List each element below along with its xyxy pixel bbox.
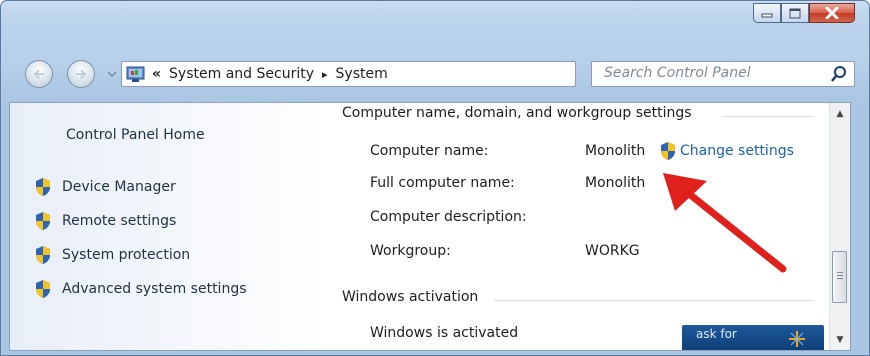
maximize-button[interactable] <box>781 3 809 23</box>
activation-status-text: Windows is activated <box>370 325 519 341</box>
shield-icon <box>36 246 50 264</box>
forward-arrow-icon <box>76 69 87 79</box>
forward-button[interactable] <box>67 60 95 88</box>
search-placeholder: Search Control Panel <box>604 65 751 81</box>
full-computer-name-label: Full computer name: <box>370 175 515 191</box>
left-task-pane: Control Panel Home Device Manager Remote… <box>10 103 324 350</box>
crumb-system-and-security[interactable]: System and Security <box>169 66 314 82</box>
vertical-scrollbar[interactable]: ▲ ▼ <box>829 103 850 350</box>
genuine-star-icon <box>789 331 805 347</box>
caption-buttons <box>753 3 855 23</box>
workgroup-label: Workgroup: <box>370 243 451 259</box>
control-panel-icon <box>126 66 145 82</box>
annotation-arrow-icon <box>663 173 787 273</box>
crumb-separator-icon[interactable]: ▸ <box>322 68 328 81</box>
computer-name-value: Monolith <box>585 143 646 159</box>
scrollbar-thumb[interactable] <box>832 251 847 303</box>
recent-pages-chevron-down-icon[interactable] <box>107 69 117 79</box>
sidebar-item-label: Advanced system settings <box>62 281 247 297</box>
minimize-button[interactable] <box>753 3 781 23</box>
sidebar-item-remote-settings[interactable]: Remote settings <box>34 211 176 231</box>
group-divider <box>722 116 814 117</box>
genuine-software-badge[interactable]: ask for <box>682 325 824 350</box>
shield-icon <box>661 142 675 160</box>
windows-activation-group-title: Windows activation <box>342 289 479 305</box>
navigation-row: « System and Security ▸ System Search Co… <box>1 51 869 97</box>
sidebar-item-system-protection[interactable]: System protection <box>34 245 190 265</box>
sidebar-item-advanced-system-settings[interactable]: Advanced system settings <box>34 279 247 299</box>
search-icon[interactable] <box>830 65 848 83</box>
shield-icon <box>36 280 50 298</box>
ask-for-text: ask for <box>696 327 737 341</box>
sidebar-item-device-manager[interactable]: Device Manager <box>34 177 176 197</box>
close-button[interactable] <box>809 3 855 23</box>
back-arrow-icon <box>33 69 44 79</box>
change-settings-label: Change settings <box>680 143 794 159</box>
sidebar-item-label: Remote settings <box>62 213 177 229</box>
crumb-system[interactable]: System <box>336 66 388 82</box>
minimize-icon <box>761 13 773 18</box>
window-frame: « System and Security ▸ System Search Co… <box>0 0 870 356</box>
sidebar-item-label: System protection <box>62 247 191 263</box>
group-divider <box>494 300 814 301</box>
shield-icon <box>36 212 50 230</box>
computer-name-label: Computer name: <box>370 143 489 159</box>
back-button[interactable] <box>25 60 53 88</box>
close-icon <box>825 7 839 19</box>
workgroup-value: WORKG <box>585 243 640 259</box>
scroll-down-arrow-icon[interactable]: ▼ <box>830 331 850 349</box>
address-overflow-chevron[interactable]: « <box>152 66 161 82</box>
change-settings-link[interactable]: Change settings <box>659 141 794 161</box>
address-bar[interactable]: « System and Security ▸ System <box>121 61 697 87</box>
full-computer-name-value: Monolith <box>585 175 646 191</box>
shield-icon <box>36 178 50 196</box>
scroll-up-arrow-icon[interactable]: ▲ <box>830 105 850 123</box>
sidebar-item-label: Device Manager <box>62 179 176 195</box>
control-panel-home-link[interactable]: Control Panel Home <box>66 127 205 143</box>
search-input[interactable]: Search Control Panel <box>591 61 855 87</box>
computer-description-label: Computer description: <box>370 209 527 225</box>
computer-name-group-title: Computer name, domain, and workgroup set… <box>342 105 692 121</box>
maximize-icon <box>789 8 801 18</box>
